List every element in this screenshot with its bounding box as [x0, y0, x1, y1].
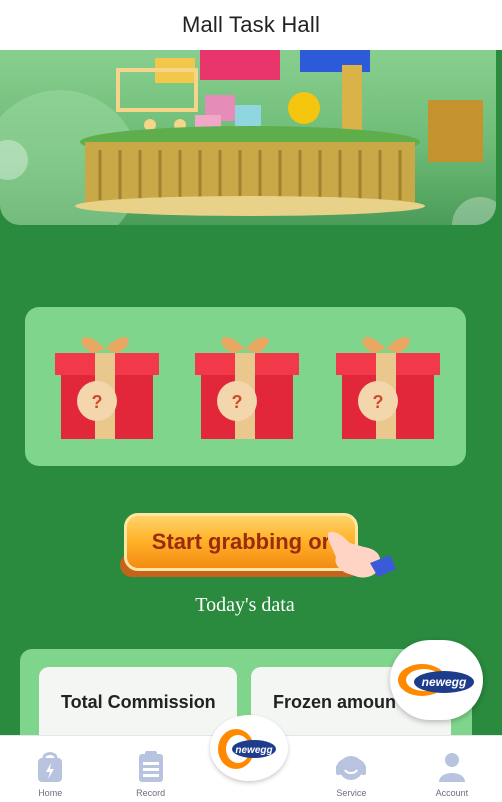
total-commission-title: Total Commission: [61, 692, 216, 712]
floating-newegg-button[interactable]: newegg: [390, 640, 483, 720]
tab-home-label: Home: [38, 788, 63, 798]
center-logo-text: newegg: [235, 745, 272, 756]
gift-box-icon: ?: [195, 336, 300, 439]
top-header: Mall Task Hall: [0, 0, 502, 50]
gift-mark: ?: [92, 392, 103, 412]
floating-logo-text: newegg: [422, 675, 467, 689]
tab-record[interactable]: Record: [100, 736, 200, 802]
gift-box-icon: ?: [55, 336, 160, 439]
home-icon: [38, 752, 63, 782]
tab-account[interactable]: Account: [402, 736, 502, 802]
gift-mark: ?: [372, 392, 383, 412]
record-icon: [138, 751, 163, 782]
tab-home[interactable]: Home: [0, 736, 100, 802]
start-grabbing-label: Start grabbing or: [151, 529, 331, 554]
gift-box-icon: ?: [335, 336, 440, 439]
tab-service-label: Service: [336, 788, 367, 798]
center-newegg-button[interactable]: newegg: [210, 715, 288, 781]
page-title: Mall Task Hall: [181, 12, 321, 37]
mystery-gifts-panel: ? ? ?: [25, 307, 466, 466]
todays-data-heading: Today's data: [195, 594, 295, 616]
tab-service[interactable]: Service: [301, 736, 401, 802]
pointing-hand-icon: [328, 531, 396, 578]
tab-record-label: Record: [136, 788, 166, 798]
promo-banner: [0, 50, 496, 225]
tab-account-label: Account: [435, 788, 469, 798]
account-icon: [438, 753, 465, 782]
service-icon: [336, 756, 367, 780]
gift-mark: ?: [232, 392, 243, 412]
